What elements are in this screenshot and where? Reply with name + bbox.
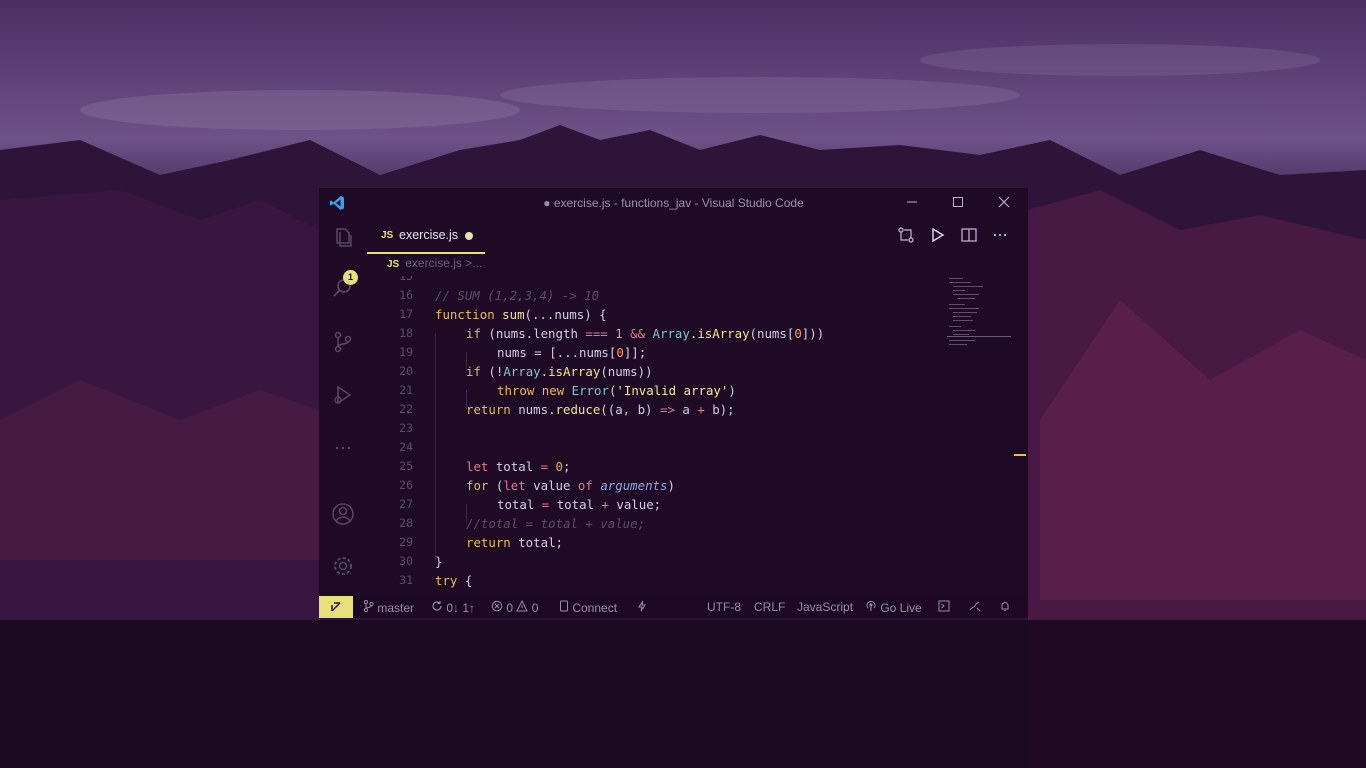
activity-bar: 1 xyxy=(319,218,367,596)
code-line: 16// SUM (1,2,3,4) -> 10 xyxy=(399,288,600,303)
go-live-label: Go Live xyxy=(880,601,922,615)
broadcast-icon xyxy=(866,600,876,611)
close-icon xyxy=(998,196,1010,208)
breadcrumb[interactable]: JS exercise.js >... xyxy=(387,256,482,270)
code-line: 18 if (nums.length === 1 && Array.isArray… xyxy=(399,326,825,341)
remote-icon xyxy=(331,602,341,612)
language-status[interactable]: JavaScript xyxy=(797,600,853,614)
code-line: 23 xyxy=(399,421,413,435)
minimap[interactable] xyxy=(947,276,1011,356)
code-line: 22 return nums.reduce((a, b) => a + b); xyxy=(399,402,735,417)
code-line: 27 total = total + value; xyxy=(399,497,662,512)
connect-status[interactable]: Connect xyxy=(559,600,617,615)
warning-count: 0 xyxy=(531,601,539,615)
code-line: 15 xyxy=(399,276,413,283)
code-line: 29 return total; xyxy=(399,535,563,550)
run-icon[interactable] xyxy=(928,226,946,244)
gear-icon[interactable] xyxy=(331,554,355,578)
code-editor[interactable]: 15 16// SUM (1,2,3,4) -> 10 17 function s… xyxy=(367,276,967,596)
error-count: 0 xyxy=(506,601,514,615)
open-changes-icon[interactable] xyxy=(897,226,915,244)
breadcrumb-more[interactable]: ... xyxy=(472,256,482,270)
account-icon[interactable] xyxy=(331,502,355,526)
error-icon xyxy=(491,600,503,612)
more-actions-icon[interactable] xyxy=(991,226,1009,244)
breadcrumb-file[interactable]: exercise.js xyxy=(405,256,462,270)
maximize-button[interactable] xyxy=(943,192,973,214)
code-line: 25 let total = 0; xyxy=(399,459,571,474)
tab-label: exercise.js xyxy=(399,228,459,242)
code-line: 19 nums = [...nums[0]]; xyxy=(399,345,647,360)
sync-icon xyxy=(432,601,442,611)
tab-exercise-js[interactable]: JS exercise.js xyxy=(367,218,485,254)
terminal-icon[interactable] xyxy=(938,600,950,612)
scrollbar-cursor-marker xyxy=(1014,454,1026,456)
explorer-icon[interactable] xyxy=(331,226,355,250)
branch-status[interactable]: master xyxy=(363,599,415,615)
status-bar: master 0↓ 1↑ 0 0 Connect UTF-8 CRLF Java… xyxy=(319,596,1028,618)
run-debug-icon[interactable] xyxy=(331,383,355,407)
bell-icon[interactable] xyxy=(999,600,1011,612)
sync-counts: 0↓ 1↑ xyxy=(446,601,476,615)
problems-status[interactable]: 0 0 xyxy=(491,599,539,615)
code-line: 31 try { xyxy=(399,573,473,588)
warning-icon xyxy=(516,599,529,612)
database-icon xyxy=(560,600,568,612)
close-button[interactable] xyxy=(989,192,1019,214)
search-icon[interactable] xyxy=(331,276,355,300)
code-line: 24 xyxy=(399,440,413,454)
feedback-icon[interactable] xyxy=(968,600,981,612)
vscode-window: ● exercise.js - functions_jav - Visual S… xyxy=(319,188,1028,618)
breadcrumb-js-icon: JS xyxy=(387,259,400,270)
remote-button[interactable] xyxy=(319,596,353,618)
lightning-status[interactable] xyxy=(637,600,647,615)
lightning-icon xyxy=(638,600,646,612)
code-line: 20 if (!Array.isArray(nums)) xyxy=(399,364,653,379)
connect-label: Connect xyxy=(572,601,618,615)
code-line: 17 function sum(...nums) { xyxy=(399,307,607,322)
split-editor-icon[interactable] xyxy=(960,226,978,244)
encoding-status[interactable]: UTF-8 xyxy=(707,600,741,614)
code-line: 21 throw new Error('Invalid array') xyxy=(399,383,736,398)
more-icon[interactable] xyxy=(331,436,355,460)
branch-icon xyxy=(363,599,374,613)
eol-status[interactable]: CRLF xyxy=(754,600,785,614)
js-file-icon: JS xyxy=(381,230,394,241)
title-bar: ● exercise.js - functions_jav - Visual S… xyxy=(319,188,1028,218)
unsaved-dot-icon[interactable] xyxy=(465,232,473,240)
branch-name: master xyxy=(377,601,415,615)
minimize-icon xyxy=(907,201,917,203)
go-live-status[interactable]: Go Live xyxy=(865,600,922,615)
sync-status[interactable]: 0↓ 1↑ xyxy=(431,600,475,615)
code-line: 28//total = total + value; xyxy=(399,516,646,531)
editor-tab-bar: JS exercise.js xyxy=(367,218,1028,254)
minimize-button[interactable] xyxy=(897,192,927,214)
code-line: 26 for (let value of arguments) xyxy=(399,478,675,493)
source-control-icon[interactable] xyxy=(331,330,355,354)
maximize-icon xyxy=(953,197,963,207)
code-line: 30} xyxy=(399,554,443,569)
